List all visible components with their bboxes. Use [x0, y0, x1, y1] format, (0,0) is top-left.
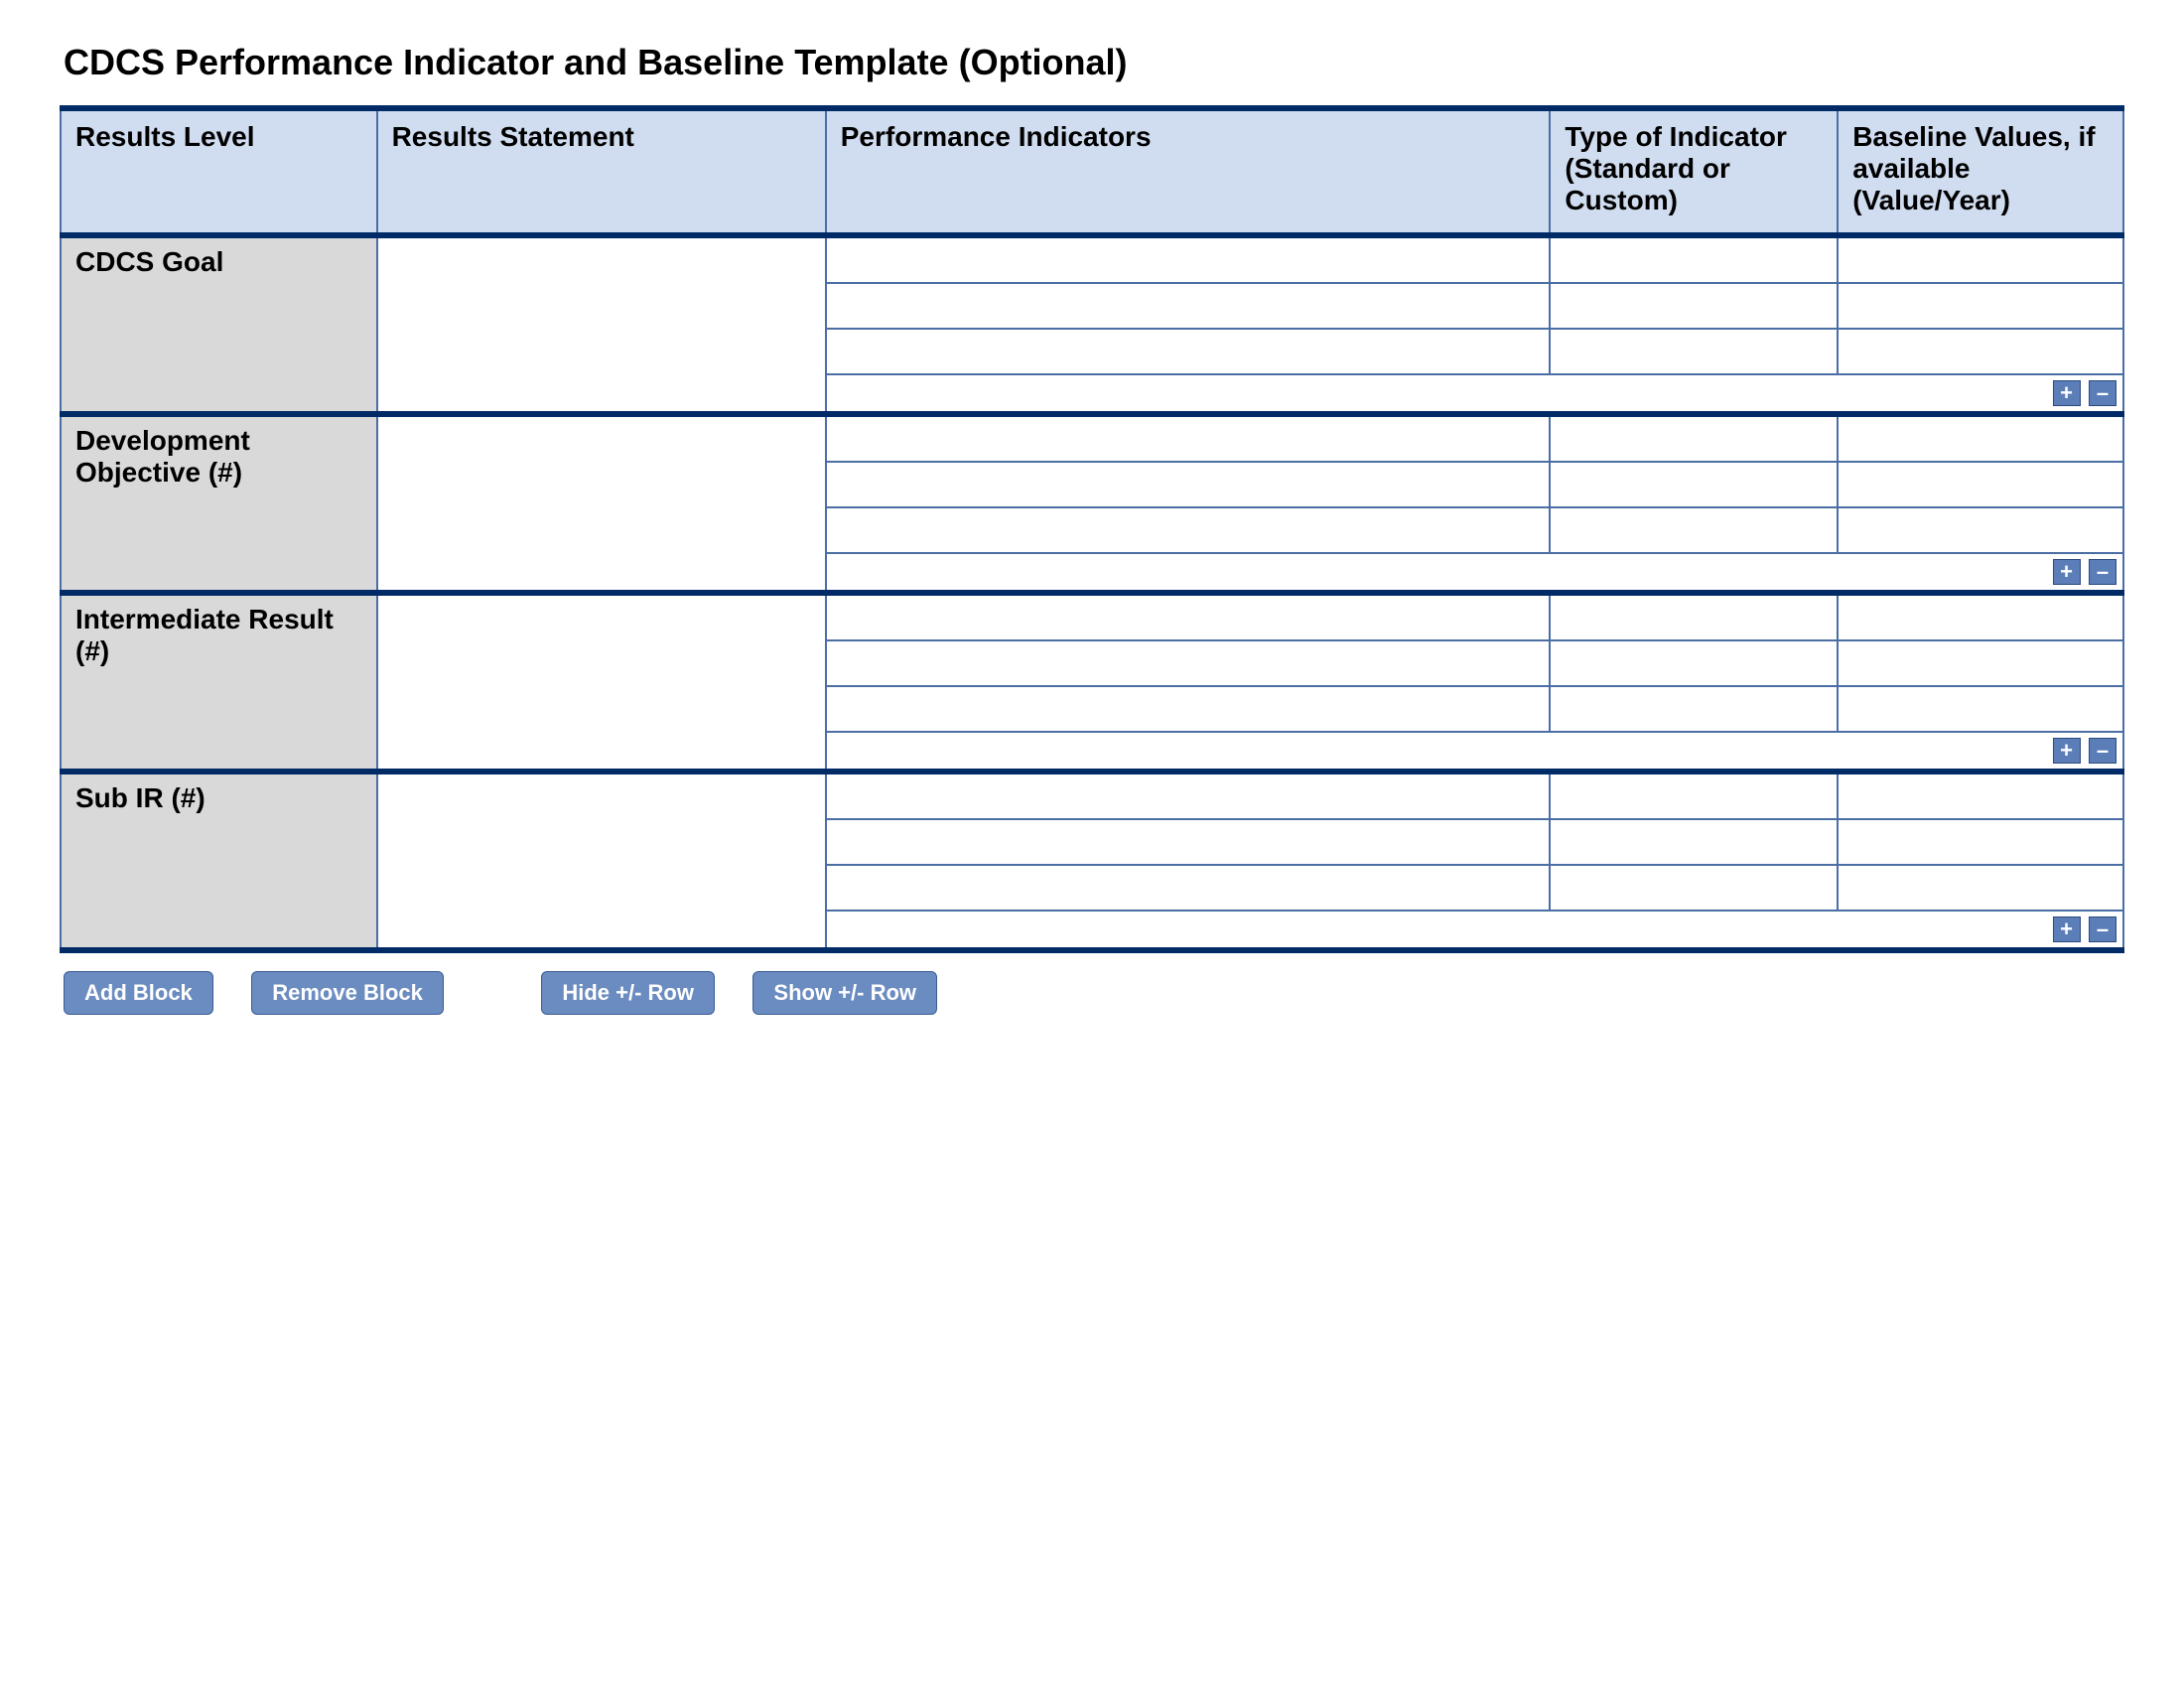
remove-row-button[interactable]: – [2089, 559, 2116, 585]
add-row-button[interactable]: + [2053, 916, 2081, 942]
type-cell[interactable] [1550, 235, 1838, 283]
page-title: CDCS Performance Indicator and Baseline … [64, 42, 2124, 83]
indicator-cell[interactable] [826, 283, 1551, 329]
level-development-objective: Development Objective (#) [61, 414, 377, 593]
statement-intermediate-result[interactable] [377, 593, 826, 772]
indicator-cell[interactable] [826, 865, 1551, 911]
type-cell[interactable] [1550, 593, 1838, 640]
baseline-cell[interactable] [1838, 772, 2123, 819]
indicator-cell[interactable] [826, 640, 1551, 686]
remove-row-button[interactable]: – [2089, 380, 2116, 406]
statement-development-objective[interactable] [377, 414, 826, 593]
type-cell[interactable] [1550, 686, 1838, 732]
indicator-cell[interactable] [826, 462, 1551, 507]
type-cell[interactable] [1550, 640, 1838, 686]
statement-sub-ir[interactable] [377, 772, 826, 950]
indicator-cell[interactable] [826, 819, 1551, 865]
table-row: Development Objective (#) [61, 414, 2123, 462]
baseline-cell[interactable] [1838, 462, 2123, 507]
row-controls-cell: + – [826, 374, 2123, 414]
type-cell[interactable] [1550, 507, 1838, 553]
hide-row-button[interactable]: Hide +/- Row [541, 971, 715, 1015]
header-results-level: Results Level [61, 108, 377, 235]
remove-row-button[interactable]: – [2089, 916, 2116, 942]
baseline-cell[interactable] [1838, 235, 2123, 283]
baseline-cell[interactable] [1838, 865, 2123, 911]
remove-row-button[interactable]: – [2089, 738, 2116, 764]
type-cell[interactable] [1550, 462, 1838, 507]
indicator-cell[interactable] [826, 329, 1551, 374]
baseline-cell[interactable] [1838, 414, 2123, 462]
table-row: Sub IR (#) [61, 772, 2123, 819]
baseline-cell[interactable] [1838, 640, 2123, 686]
header-baseline-values: Baseline Values, if available (Value/Yea… [1838, 108, 2123, 235]
indicator-cell[interactable] [826, 235, 1551, 283]
indicator-cell[interactable] [826, 772, 1551, 819]
table-row: Intermediate Result (#) [61, 593, 2123, 640]
header-results-statement: Results Statement [377, 108, 826, 235]
baseline-cell[interactable] [1838, 329, 2123, 374]
baseline-cell[interactable] [1838, 507, 2123, 553]
row-controls-cell: + – [826, 553, 2123, 593]
baseline-cell[interactable] [1838, 819, 2123, 865]
baseline-cell[interactable] [1838, 283, 2123, 329]
table-row: CDCS Goal [61, 235, 2123, 283]
type-cell[interactable] [1550, 329, 1838, 374]
add-row-button[interactable]: + [2053, 738, 2081, 764]
header-performance-indicators: Performance Indicators [826, 108, 1551, 235]
indicator-cell[interactable] [826, 507, 1551, 553]
statement-cdcs-goal[interactable] [377, 235, 826, 414]
level-intermediate-result: Intermediate Result (#) [61, 593, 377, 772]
level-cdcs-goal: CDCS Goal [61, 235, 377, 414]
indicators-table: Results Level Results Statement Performa… [60, 105, 2124, 953]
indicator-cell[interactable] [826, 414, 1551, 462]
type-cell[interactable] [1550, 819, 1838, 865]
indicator-cell[interactable] [826, 593, 1551, 640]
indicator-cell[interactable] [826, 686, 1551, 732]
action-buttons: Add Block Remove Block Hide +/- Row Show… [64, 971, 2124, 1015]
baseline-cell[interactable] [1838, 593, 2123, 640]
add-block-button[interactable]: Add Block [64, 971, 213, 1015]
level-sub-ir: Sub IR (#) [61, 772, 377, 950]
baseline-cell[interactable] [1838, 686, 2123, 732]
type-cell[interactable] [1550, 414, 1838, 462]
type-cell[interactable] [1550, 283, 1838, 329]
header-type-of-indicator: Type of Indicator (Standard or Custom) [1550, 108, 1838, 235]
row-controls-cell: + – [826, 911, 2123, 950]
type-cell[interactable] [1550, 865, 1838, 911]
add-row-button[interactable]: + [2053, 380, 2081, 406]
add-row-button[interactable]: + [2053, 559, 2081, 585]
row-controls-cell: + – [826, 732, 2123, 772]
table-header-row: Results Level Results Statement Performa… [61, 108, 2123, 235]
remove-block-button[interactable]: Remove Block [251, 971, 444, 1015]
show-row-button[interactable]: Show +/- Row [752, 971, 937, 1015]
type-cell[interactable] [1550, 772, 1838, 819]
